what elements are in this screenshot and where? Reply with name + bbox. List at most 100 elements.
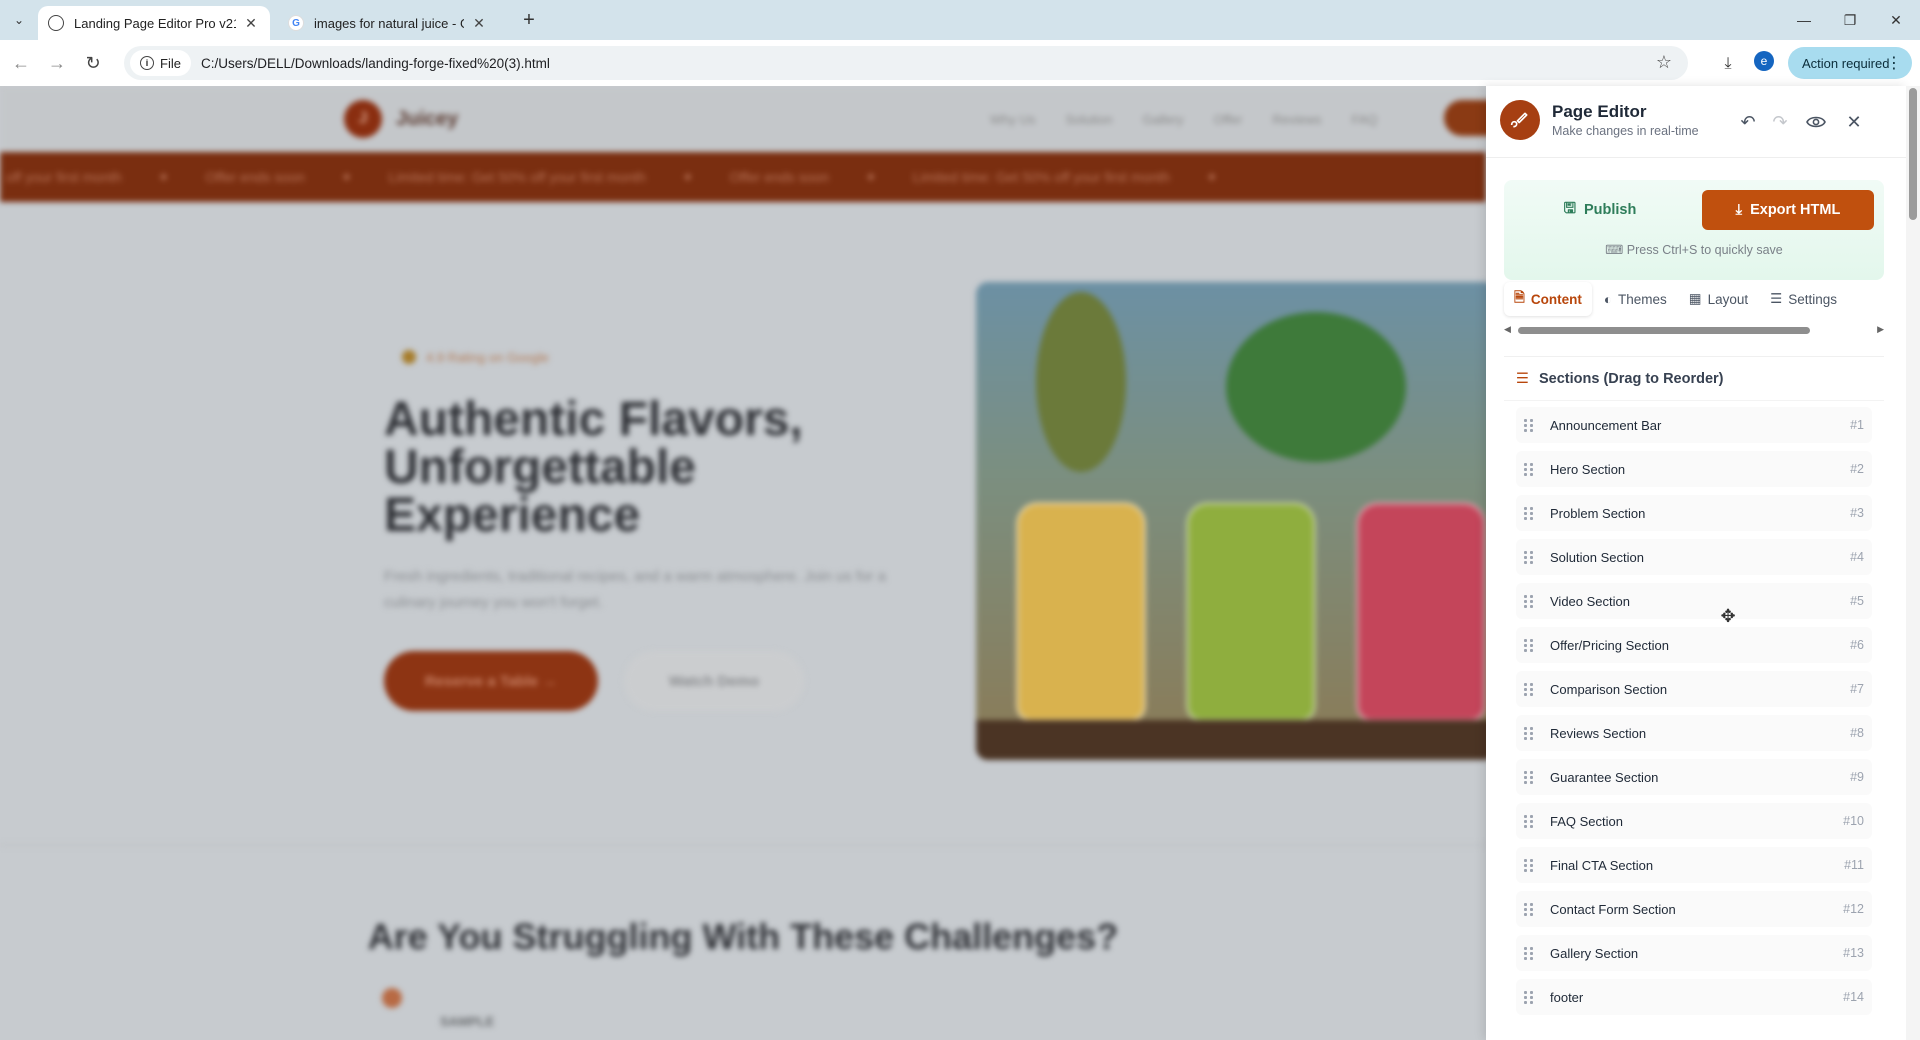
back-icon[interactable]: ←: [8, 50, 34, 76]
redo-icon[interactable]: ↷: [1768, 110, 1792, 134]
reload-icon[interactable]: ↻: [80, 50, 106, 76]
eye-icon[interactable]: [1804, 110, 1828, 134]
publish-actions-card: 🖫 Publish ⤓ Export HTML ⌨ Press Ctrl+S t…: [1504, 180, 1884, 280]
url-text[interactable]: C:/Users/DELL/Downloads/landing-forge-fi…: [201, 56, 550, 71]
sliders-icon: ☰: [1770, 291, 1783, 306]
marquee-separator: ✦: [681, 168, 694, 185]
section-item[interactable]: FAQ Section #10: [1516, 803, 1872, 839]
profile-avatar[interactable]: e: [1754, 51, 1774, 71]
tab-label: Layout: [1707, 291, 1749, 307]
scroll-right-icon[interactable]: ▶: [1877, 324, 1884, 335]
drag-handle-icon[interactable]: [1524, 814, 1536, 828]
drag-handle-icon[interactable]: [1524, 506, 1536, 520]
section-item[interactable]: Final CTA Section #11: [1516, 847, 1872, 883]
marquee-item: Limited time: Get 50% off your first mon…: [912, 169, 1170, 185]
section-item[interactable]: Comparison Section #7: [1516, 671, 1872, 707]
minimize-icon[interactable]: —: [1790, 6, 1818, 34]
bookmark-star-icon[interactable]: ☆: [1656, 52, 1672, 73]
scrollbar-thumb[interactable]: [1518, 327, 1810, 334]
drag-handle-icon[interactable]: [1524, 462, 1536, 476]
restore-icon[interactable]: ❐: [1836, 6, 1864, 34]
save-icon: 🖫: [1563, 200, 1576, 217]
tab-content[interactable]: 🗎 Content: [1504, 282, 1592, 316]
drag-handle-icon[interactable]: [1524, 638, 1536, 652]
editor-subtitle: Make changes in real-time: [1552, 124, 1699, 138]
wooden-shelf: [976, 720, 1486, 760]
nav-link: Solution: [1065, 112, 1113, 127]
export-html-button[interactable]: ⤓ Export HTML: [1702, 190, 1874, 230]
palette-icon: ◐: [1603, 291, 1613, 307]
section-item[interactable]: Problem Section #3: [1516, 495, 1872, 531]
scroll-left-icon[interactable]: ◀: [1504, 324, 1511, 335]
section-item[interactable]: footer #14: [1516, 979, 1872, 1015]
action-required-button[interactable]: Action required ⋮: [1788, 47, 1912, 79]
section-number: #12: [1843, 902, 1864, 916]
scrollbar-thumb[interactable]: [1909, 88, 1917, 220]
landing-nav-links: Why Us Solution Gallery Offer Reviews FA…: [990, 112, 1377, 127]
download-icon[interactable]: ⤓: [1716, 52, 1740, 76]
close-icon[interactable]: ✕: [1842, 110, 1866, 134]
more-vert-icon: ⋮: [1886, 55, 1902, 72]
tabs-horizontal-scrollbar[interactable]: ◀ ▶: [1504, 324, 1884, 336]
problem-item-icon: [382, 988, 402, 1008]
address-bar[interactable]: i File C:/Users/DELL/Downloads/landing-f…: [124, 46, 1688, 80]
section-item[interactable]: Reviews Section #8: [1516, 715, 1872, 751]
blurred-overlay-content: J Juicey Why Us Solution Gallery Offer R…: [0, 86, 1486, 1040]
hero-juice-image: [976, 282, 1486, 760]
window-close-icon[interactable]: ✕: [1882, 6, 1910, 34]
marquee-separator: ✦: [340, 168, 353, 185]
rating-badge: 4.9 Rating on Google: [402, 342, 608, 372]
problem-section-title: Are You Struggling With These Challenges…: [367, 916, 1119, 957]
sections-panel: ☰ Sections (Drag to Reorder) Announcemen…: [1504, 356, 1884, 1040]
section-item[interactable]: Solution Section #4: [1516, 539, 1872, 575]
yellow-juice-jar: [1016, 502, 1146, 722]
editor-tabs: 🗎 Content ◐ Themes ▦ Layout ☰ Settings: [1504, 282, 1884, 316]
drag-handle-icon[interactable]: [1524, 946, 1536, 960]
section-name: footer: [1550, 989, 1584, 1005]
drag-handle-icon[interactable]: [1524, 770, 1536, 784]
drag-handle-icon[interactable]: [1524, 726, 1536, 740]
close-icon[interactable]: ✕: [470, 14, 488, 32]
section-item[interactable]: Gallery Section #13: [1516, 935, 1872, 971]
tab-landing-editor[interactable]: Landing Page Editor Pro v21 - E ✕: [38, 6, 270, 40]
section-item[interactable]: Announcement Bar #1: [1516, 407, 1872, 443]
section-item[interactable]: Hero Section #2: [1516, 451, 1872, 487]
close-icon[interactable]: ✕: [242, 14, 260, 32]
tab-themes[interactable]: ◐ Themes: [1594, 282, 1677, 316]
nav-link: FAQ: [1351, 112, 1378, 127]
drag-handle-icon[interactable]: [1524, 550, 1536, 564]
marquee-separator: ✦: [1205, 168, 1218, 185]
landing-nav: J Juicey Why Us Solution Gallery Offer R…: [0, 86, 1486, 152]
tab-settings[interactable]: ☰ Settings: [1760, 282, 1847, 316]
section-number: #6: [1850, 638, 1864, 652]
site-chip-label: File: [160, 55, 181, 71]
layout-icon: ▦: [1688, 291, 1702, 306]
drag-handle-icon[interactable]: [1524, 858, 1536, 872]
tab-layout[interactable]: ▦ Layout: [1679, 282, 1758, 316]
drag-handle-icon[interactable]: [1524, 418, 1536, 432]
green-juice-jar: [1186, 502, 1316, 722]
section-name: FAQ Section: [1550, 813, 1623, 829]
undo-icon[interactable]: ↶: [1736, 110, 1760, 134]
section-number: #9: [1850, 770, 1864, 784]
section-name: Video Section: [1550, 593, 1630, 609]
marquee-item: Offer ends soon: [205, 169, 305, 185]
section-item[interactable]: Guarantee Section #9: [1516, 759, 1872, 795]
drag-handle-icon[interactable]: [1524, 594, 1536, 608]
drag-handle-icon[interactable]: [1524, 902, 1536, 916]
tab-search-chevron-icon[interactable]: ⌄: [8, 9, 30, 31]
site-info-chip[interactable]: i File: [130, 50, 191, 76]
marquee-item: off your first month: [6, 169, 122, 185]
drag-handle-icon[interactable]: [1524, 990, 1536, 1004]
tab-google-search[interactable]: G images for natural juice - Goog ✕: [278, 6, 498, 40]
section-number: #1: [1850, 418, 1864, 432]
forward-icon[interactable]: →: [44, 50, 70, 76]
new-tab-button[interactable]: +: [518, 9, 540, 31]
section-item[interactable]: Video Section #5: [1516, 583, 1872, 619]
section-item[interactable]: Contact Form Section #12: [1516, 891, 1872, 927]
section-item[interactable]: Offer/Pricing Section #6: [1516, 627, 1872, 663]
editor-vertical-scrollbar[interactable]: [1906, 86, 1920, 1040]
drag-handle-icon[interactable]: [1524, 682, 1536, 696]
publish-button[interactable]: 🖫 Publish: [1522, 190, 1678, 230]
editor-title: Page Editor: [1552, 102, 1647, 121]
